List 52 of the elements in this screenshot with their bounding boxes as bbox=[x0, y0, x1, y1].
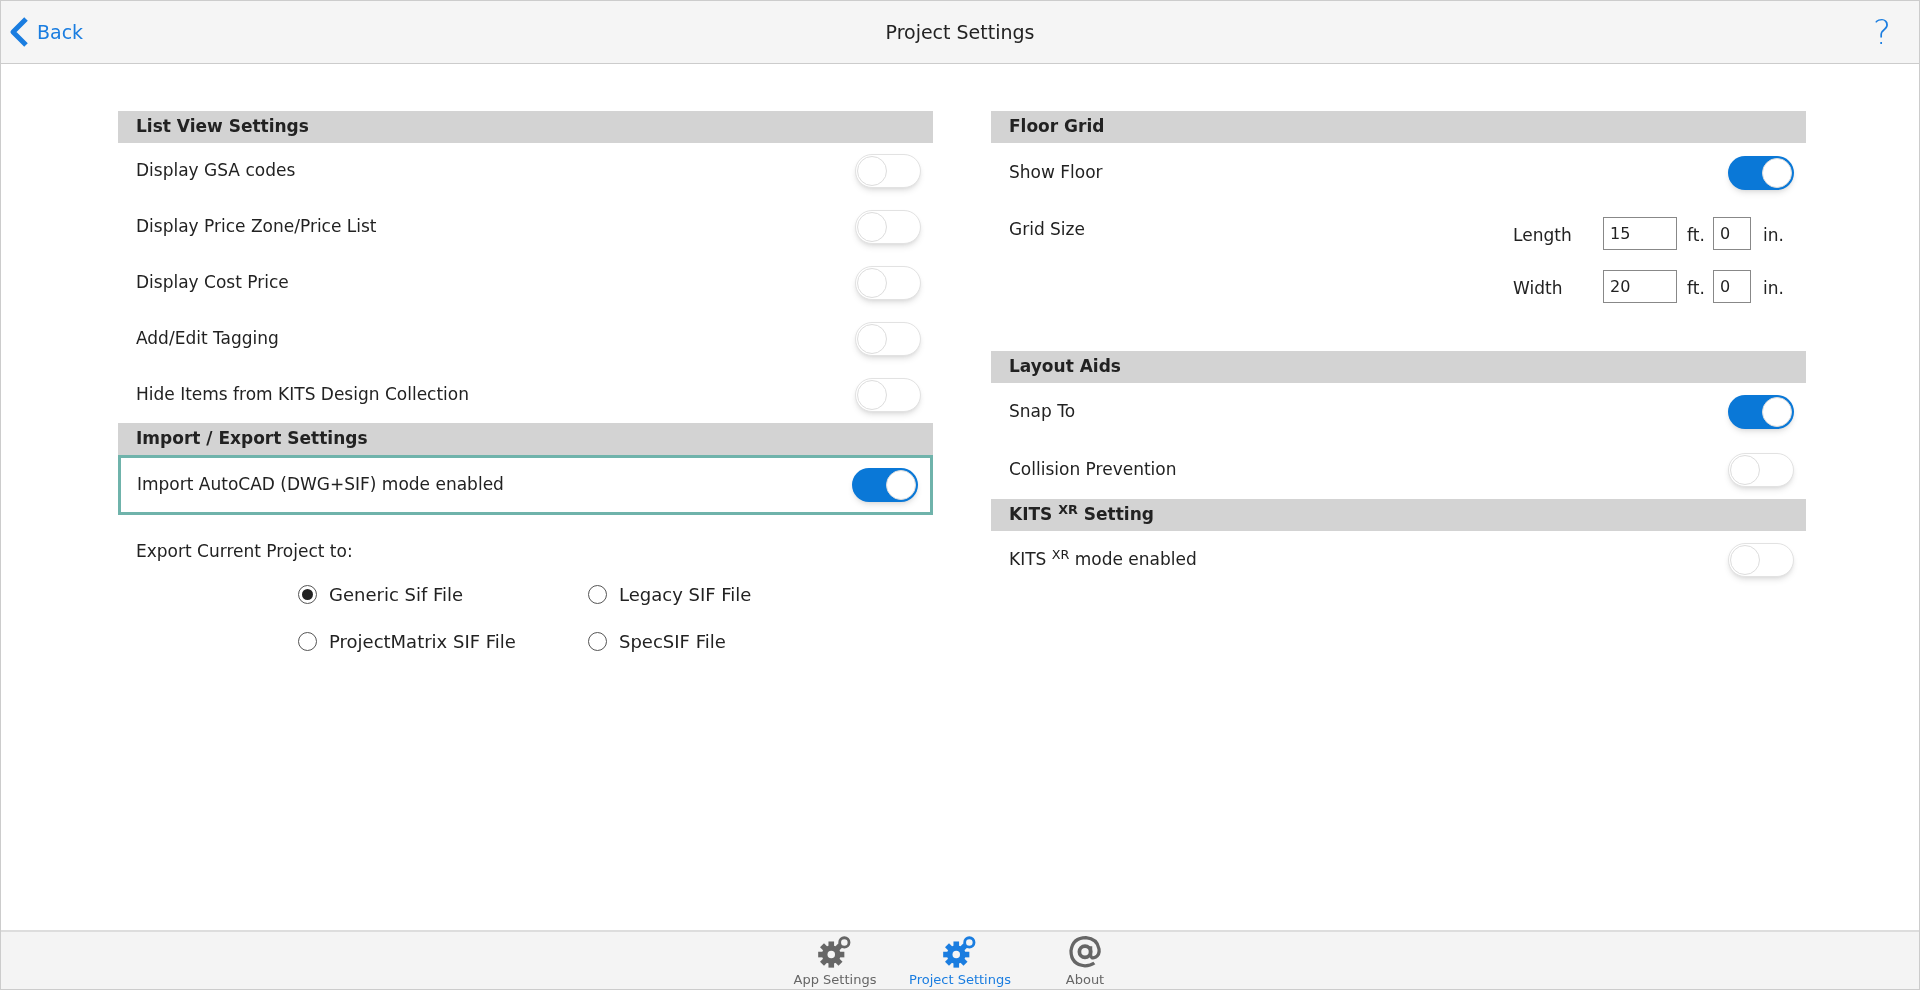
radio-option[interactable]: SpecSIF File bbox=[588, 627, 848, 655]
toggle-switch[interactable] bbox=[852, 468, 918, 502]
setting-label: KITS $^{XR}$ mode enabled bbox=[1009, 547, 1197, 572]
back-button[interactable]: Back bbox=[9, 16, 84, 48]
radio-button[interactable] bbox=[298, 631, 317, 651]
radio-option[interactable]: Generic Sif File bbox=[298, 580, 588, 608]
radio-button[interactable] bbox=[588, 584, 607, 604]
setting-label: Add/Edit Tagging bbox=[136, 327, 279, 351]
toggle-switch[interactable] bbox=[1728, 395, 1794, 429]
tab-item[interactable]: Project Settings bbox=[897, 932, 1023, 989]
radio-button[interactable] bbox=[298, 584, 317, 604]
section-header: Layout Aids bbox=[991, 351, 1806, 383]
help-button[interactable]: ? bbox=[1872, 6, 1891, 58]
setting-label: Display Cost Price bbox=[136, 271, 289, 295]
radio-option[interactable]: ProjectMatrix SIF File bbox=[298, 627, 588, 655]
page-title: Project Settings bbox=[885, 19, 1035, 45]
tab-item[interactable]: App Settings bbox=[772, 932, 898, 989]
toggle-switch[interactable] bbox=[1728, 453, 1794, 487]
setting-label: Collision Prevention bbox=[1009, 458, 1177, 482]
radio-button[interactable] bbox=[588, 631, 607, 651]
unit-label: in. bbox=[1762, 223, 1784, 247]
setting-label: Import AutoCAD (DWG+SIF) mode enabled bbox=[137, 473, 504, 497]
tab-item[interactable]: About bbox=[1022, 932, 1148, 989]
toggle-switch[interactable] bbox=[855, 154, 921, 188]
toggle-switch[interactable] bbox=[855, 378, 921, 412]
section-header: List View Settings bbox=[118, 111, 933, 143]
dimension-label: Width bbox=[1513, 276, 1564, 300]
setting-label: Display GSA codes bbox=[136, 159, 296, 183]
setting-label: Grid Size bbox=[1009, 218, 1085, 241]
unit-label: ft. bbox=[1686, 276, 1706, 300]
setting-label: Show Floor bbox=[1009, 161, 1103, 185]
setting-label: Display Price Zone/Price List bbox=[136, 215, 377, 239]
number-field[interactable]: 15 bbox=[1603, 217, 1678, 250]
toggle-switch[interactable] bbox=[1728, 543, 1794, 577]
toggle-switch[interactable] bbox=[855, 322, 921, 356]
section-header: Import / Export Settings bbox=[118, 423, 933, 455]
section-header: Floor Grid bbox=[991, 111, 1806, 143]
number-field[interactable]: 0 bbox=[1713, 217, 1752, 250]
export-label: Export Current Project to: bbox=[136, 540, 354, 563]
setting-label: Snap To bbox=[1009, 400, 1076, 424]
toggle-switch[interactable] bbox=[855, 266, 921, 300]
setting-label: Hide Items from KITS Design Collection bbox=[136, 383, 469, 407]
radio-option[interactable]: Legacy SIF File bbox=[588, 580, 848, 608]
toggle-switch[interactable] bbox=[855, 210, 921, 244]
number-field[interactable]: 20 bbox=[1603, 270, 1678, 303]
dimension-label: Length bbox=[1513, 223, 1573, 247]
unit-label: in. bbox=[1762, 276, 1784, 300]
toggle-switch[interactable] bbox=[1728, 156, 1794, 190]
number-field[interactable]: 0 bbox=[1713, 270, 1752, 303]
back-chevron-icon bbox=[9, 16, 29, 48]
unit-label: ft. bbox=[1686, 223, 1706, 247]
section-header: KITS $^{XR}$ Setting bbox=[991, 499, 1806, 531]
